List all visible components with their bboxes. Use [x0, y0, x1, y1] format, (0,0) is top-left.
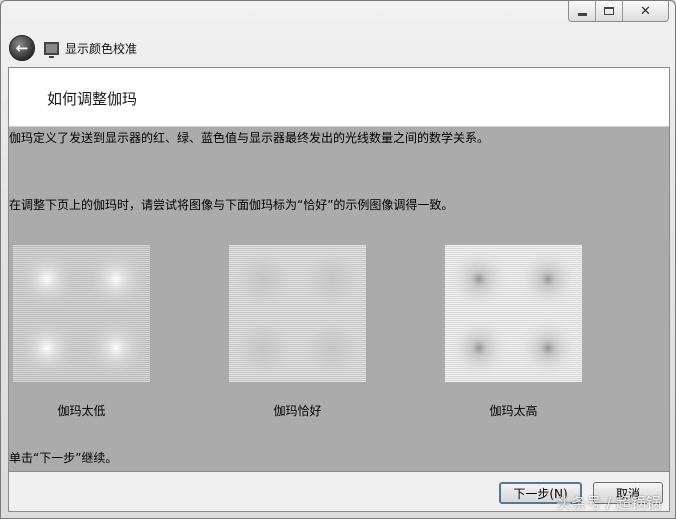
window-title: 显示颜色校准: [65, 41, 138, 56]
app-window: ✕ ← 显示颜色校准 如何调整伽玛 伽玛定义了发送到显示器的红、绿、蓝色值与显示…: [0, 0, 676, 519]
close-button[interactable]: ✕: [623, 1, 668, 21]
gamma-spot: [86, 249, 146, 309]
gamma-spot: [233, 318, 293, 378]
gamma-spot: [449, 249, 509, 309]
maximize-icon: [604, 7, 614, 15]
gamma-spot: [17, 249, 77, 309]
back-arrow-icon: ←: [15, 39, 29, 57]
page-title: 如何调整伽玛: [47, 90, 138, 108]
gamma-spot: [86, 318, 146, 378]
gamma-too-high-image: [445, 245, 582, 382]
gamma-too-low-image: [13, 245, 150, 382]
gamma-spot: [17, 318, 77, 378]
gamma-spot: [518, 249, 578, 309]
gamma-spot: [518, 318, 578, 378]
description-text: 伽玛定义了发送到显示器的红、绿、蓝色值与显示器最终发出的光线数量之间的数学关系。: [9, 131, 490, 145]
sample-label-just-right: 伽玛恰好: [273, 404, 322, 418]
minimize-button[interactable]: [569, 1, 596, 21]
maximize-button[interactable]: [596, 1, 623, 21]
gamma-spot: [233, 249, 293, 309]
instruction-text: 在调整下页上的伽玛时，请尝试将图像与下面伽玛标为“恰好”的示例图像调得一致。: [9, 198, 454, 212]
back-button[interactable]: ←: [9, 35, 35, 61]
gamma-spot: [302, 249, 362, 309]
caption-buttons: ✕: [568, 1, 669, 22]
gamma-spot: [302, 318, 362, 378]
monitor-icon: [44, 41, 59, 58]
sample-label-too-low: 伽玛太低: [57, 404, 106, 418]
page-header: 如何调整伽玛: [9, 68, 669, 127]
gamma-just-right-image: [229, 245, 366, 382]
wizard-content: 如何调整伽玛 伽玛定义了发送到显示器的红、绿、蓝色值与显示器最终发出的光线数量之…: [8, 67, 670, 472]
continue-hint: 单击“下一步”继续。: [9, 451, 118, 465]
minimize-icon: [577, 12, 587, 16]
sample-label-too-high: 伽玛太高: [489, 404, 538, 418]
navigation-bar: ← 显示颜色校准: [9, 33, 137, 63]
watermark: 头条号 / 超锅锅: [556, 494, 661, 512]
gamma-spot: [449, 318, 509, 378]
